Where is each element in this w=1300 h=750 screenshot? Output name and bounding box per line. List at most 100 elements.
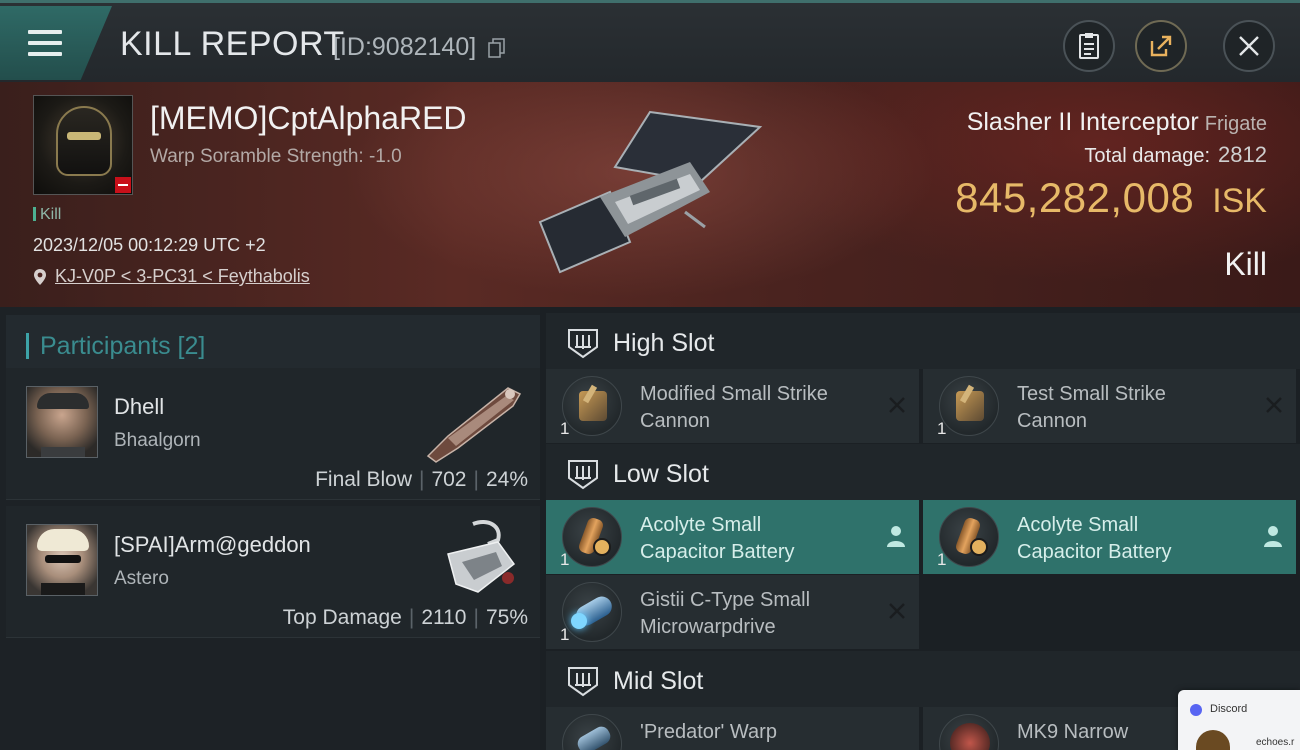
discord-label: Discord bbox=[1210, 703, 1248, 715]
total-damage: Total damage: 2812 bbox=[1084, 142, 1267, 168]
module-quantity: 1 bbox=[937, 550, 947, 569]
kill-tag: Kill bbox=[33, 206, 61, 224]
participant-card[interactable]: Dhell Bhaalgorn Final Blow | 702 | 24% bbox=[6, 368, 540, 500]
share-icon bbox=[1150, 35, 1172, 57]
mid-slot-label: Mid Slot bbox=[613, 667, 704, 695]
page-title: KILL REPORT bbox=[120, 25, 345, 63]
module-name-line1: Modified Small Strike bbox=[640, 383, 828, 405]
isk-amount: 845,282,008 bbox=[955, 174, 1195, 221]
victim-ship-image bbox=[538, 110, 763, 274]
low-slot-header: Low Slot bbox=[546, 444, 1300, 500]
ship-name[interactable]: Slasher II Interceptor bbox=[967, 108, 1199, 136]
capacitor-battery-icon bbox=[939, 507, 999, 567]
participant-role: Top Damage bbox=[282, 606, 402, 629]
menu-button[interactable] bbox=[0, 6, 112, 80]
module-quantity: 1 bbox=[560, 550, 570, 569]
participant-damage: 702 bbox=[431, 468, 467, 491]
hamburger-icon bbox=[28, 30, 62, 56]
module-name: Acolyte Small Capacitor Battery bbox=[1017, 512, 1247, 566]
victim-name[interactable]: [MEMO]CptAlphaRED bbox=[150, 100, 467, 137]
participant-ship-image bbox=[447, 520, 516, 593]
location-link[interactable]: KJ-V0P < 3-PC31 < Feythabolis bbox=[55, 266, 310, 287]
module-name-line2: Cannon bbox=[1017, 410, 1088, 432]
module-name: Modified Small Strike Cannon bbox=[640, 381, 870, 435]
module-item[interactable]: 1 Acolyte Small Capacitor Battery bbox=[923, 500, 1296, 574]
high-slot-header: High Slot bbox=[546, 313, 1300, 369]
module-name: 'Predator' Warp bbox=[640, 719, 870, 746]
destroyed-x-icon bbox=[1266, 397, 1282, 413]
victim-avatar[interactable] bbox=[33, 95, 133, 195]
ship-name-line: Slasher II Interceptor Frigate bbox=[967, 108, 1267, 137]
participant-name[interactable]: [SPAI]Arm@geddon bbox=[114, 532, 311, 558]
loss-badge-icon bbox=[115, 177, 131, 193]
destroyed-x-icon bbox=[889, 397, 905, 413]
fitting-panel: High Slot 1 Modified Small Strike Cannon… bbox=[540, 307, 1300, 750]
module-name-line2: Capacitor Battery bbox=[1017, 541, 1172, 563]
total-damage-value: 2812 bbox=[1218, 142, 1267, 167]
module-name-line1: 'Predator' Warp bbox=[640, 721, 777, 743]
participant-ship: Bhaalgorn bbox=[114, 430, 201, 451]
participant-percent: 24% bbox=[485, 468, 528, 491]
kill-result: Kill bbox=[1224, 246, 1267, 282]
participant-avatar[interactable] bbox=[26, 386, 98, 458]
participant-stats: Final Blow | 702 | 24% bbox=[315, 468, 528, 491]
module-quantity: 1 bbox=[560, 625, 570, 644]
high-slot-icon bbox=[568, 329, 598, 359]
participants-header: Participants [2] bbox=[6, 315, 540, 372]
participants-panel: Participants [2] Dhell Bhaalgorn Final B… bbox=[0, 307, 540, 750]
web-module-icon bbox=[939, 714, 999, 750]
location-pin-icon bbox=[34, 268, 46, 285]
module-name-line1: Acolyte Small bbox=[1017, 514, 1139, 536]
module-name: Test Small Strike Cannon bbox=[1017, 381, 1247, 435]
participant-role: Final Blow bbox=[315, 468, 412, 491]
copy-icon[interactable] bbox=[488, 38, 506, 58]
warp-scramble-strength: Warp Soramble Strength: -1.0 bbox=[150, 146, 402, 167]
participant-damage: 2110 bbox=[421, 606, 467, 629]
discord-popup[interactable]: Discord echoes.r bbox=[1178, 690, 1300, 750]
discord-host: echoes.r bbox=[1256, 737, 1295, 748]
discord-icon bbox=[1190, 704, 1202, 716]
mid-slot-icon bbox=[568, 667, 598, 697]
warp-scrambler-icon bbox=[562, 714, 622, 750]
module-item[interactable]: 1 Test Small Strike Cannon bbox=[923, 369, 1296, 443]
share-button[interactable] bbox=[1135, 20, 1187, 72]
module-name-line2: Cannon bbox=[640, 410, 711, 432]
kill-location[interactable]: KJ-V0P < 3-PC31 < Feythabolis bbox=[33, 266, 310, 287]
destroyed-x-icon bbox=[889, 603, 905, 619]
microwarpdrive-icon bbox=[562, 582, 622, 642]
module-quantity: 1 bbox=[560, 419, 570, 438]
close-button[interactable] bbox=[1223, 20, 1275, 72]
participant-name[interactable]: Dhell bbox=[114, 394, 164, 420]
clipboard-icon bbox=[1079, 33, 1099, 59]
participant-ship-image bbox=[426, 387, 522, 463]
close-icon bbox=[1239, 36, 1259, 56]
ship-class: Frigate bbox=[1204, 113, 1267, 135]
module-name-line2: Microwarpdrive bbox=[640, 616, 776, 638]
isk-unit: ISK bbox=[1212, 182, 1267, 220]
dropped-person-icon bbox=[1264, 526, 1282, 547]
isk-value: 845,282,008 ISK bbox=[955, 174, 1267, 222]
report-id: [ID:9082140] bbox=[333, 33, 477, 61]
module-name-line1: Gistii C-Type Small bbox=[640, 589, 811, 611]
server-emblem-icon bbox=[1196, 730, 1230, 750]
module-item[interactable]: 1 Acolyte Small Capacitor Battery bbox=[546, 500, 919, 574]
participant-percent: 75% bbox=[485, 606, 528, 629]
top-bar: KILL REPORT [ID:9082140] bbox=[0, 0, 1300, 82]
clipboard-button[interactable] bbox=[1063, 20, 1115, 72]
module-item[interactable]: 'Predator' Warp bbox=[546, 707, 919, 750]
module-name-line1: Test Small Strike bbox=[1017, 383, 1166, 405]
module-name: Gistii C-Type Small Microwarpdrive bbox=[640, 587, 870, 641]
module-item[interactable]: 1 Modified Small Strike Cannon bbox=[546, 369, 919, 443]
module-item[interactable]: 1 Gistii C-Type Small Microwarpdrive bbox=[546, 575, 919, 649]
total-damage-label: Total damage: bbox=[1084, 145, 1211, 167]
participants-title: Participants [2] bbox=[40, 332, 206, 360]
participant-avatar[interactable] bbox=[26, 524, 98, 596]
low-slot-label: Low Slot bbox=[613, 460, 709, 488]
victim-panel: [MEMO]CptAlphaRED Warp Soramble Strength… bbox=[0, 82, 1300, 307]
low-slot-icon bbox=[568, 460, 598, 490]
kill-datetime: 2023/12/05 00:12:29 UTC +2 bbox=[33, 235, 266, 255]
participant-card[interactable]: [SPAI]Arm@geddon Astero Top Damage | 2110 |… bbox=[6, 506, 540, 638]
high-slot-label: High Slot bbox=[613, 329, 715, 357]
dropped-person-icon bbox=[887, 526, 905, 547]
capacitor-battery-icon bbox=[562, 507, 622, 567]
